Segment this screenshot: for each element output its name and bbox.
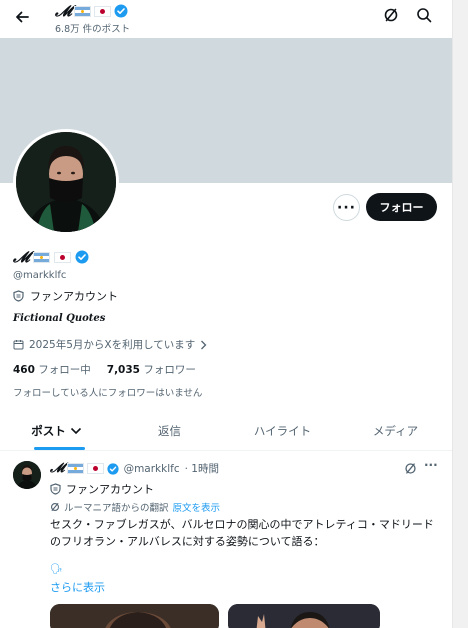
- grok-icon[interactable]: [383, 7, 399, 23]
- verified-badge-icon: [106, 462, 119, 475]
- post-more-button[interactable]: ···: [424, 458, 438, 472]
- fan-account-label: ファンアカウント: [13, 288, 118, 304]
- japan-flag-icon: [93, 5, 111, 17]
- profile-logo-glyph: 𝓜: [13, 248, 30, 266]
- post-item[interactable]: 𝓜 @markklfc · 1時間 ··· ファンアカウント ルーマニア語からの…: [0, 452, 452, 628]
- followed-by-text: フォローしている人にフォロワーはいません: [13, 388, 203, 399]
- show-original-link[interactable]: 原文を表示: [173, 500, 221, 514]
- following-count: 460: [13, 364, 35, 376]
- followers-label: フォロワー: [143, 364, 196, 376]
- following-link[interactable]: 460 フォロー中: [13, 362, 91, 377]
- followers-link[interactable]: 7,035 フォロワー: [107, 362, 196, 377]
- post-time[interactable]: · 1時間: [185, 461, 219, 476]
- post-media-image[interactable]: [50, 604, 219, 628]
- search-icon[interactable]: [416, 7, 432, 23]
- japan-flag-icon: [86, 463, 104, 474]
- follow-stats: 460 フォロー中 7,035 フォロワー: [13, 362, 196, 377]
- grok-icon: [51, 503, 59, 511]
- follow-button[interactable]: フォロー: [366, 193, 437, 221]
- back-arrow-icon: [16, 11, 29, 23]
- fan-account-shield-icon: [50, 483, 61, 495]
- logo-glyph: 𝓜: [55, 2, 72, 20]
- tab-replies[interactable]: 返信: [113, 411, 226, 450]
- post-count: 6.8万 件のポスト: [55, 24, 131, 35]
- tab-posts-label: ポスト: [31, 423, 66, 438]
- post-avatar[interactable]: [13, 461, 41, 489]
- profile-avatar[interactable]: [13, 129, 119, 235]
- post-fan-label: ファンアカウント: [50, 481, 154, 497]
- show-more-link[interactable]: さらに表示: [50, 579, 105, 595]
- argentina-flag-icon: [66, 463, 84, 474]
- fan-account-text: ファンアカウント: [30, 290, 118, 303]
- profile-tabs: ポスト 返信 ハイライト メディア: [0, 411, 452, 451]
- tab-highlights-label: ハイライト: [253, 423, 312, 438]
- header-name: 𝓜: [55, 2, 128, 20]
- top-bar: 𝓜 6.8万 件のポスト: [0, 0, 468, 38]
- profile-name: 𝓜: [13, 248, 89, 266]
- tab-highlights[interactable]: ハイライト: [226, 411, 339, 450]
- followers-count: 7,035: [106, 364, 140, 376]
- profile-bio: Fictional Quotes: [13, 313, 106, 324]
- profile-handle: @markklfc: [13, 270, 67, 281]
- post-media-image[interactable]: [228, 604, 380, 628]
- following-label: フォロー中: [38, 364, 91, 376]
- post-fan-text: ファンアカウント: [66, 483, 154, 496]
- post-handle[interactable]: @markklfc: [124, 463, 180, 475]
- post-logo-glyph: 𝓜: [50, 461, 65, 476]
- chevron-right-icon: [201, 340, 207, 349]
- verified-badge-icon: [114, 4, 128, 18]
- verified-badge-icon[interactable]: [75, 250, 89, 264]
- translated-from-text: ルーマニア語からの翻訳: [64, 503, 169, 514]
- japan-flag-icon: [53, 251, 71, 263]
- active-tab-indicator: [34, 447, 85, 450]
- tab-posts[interactable]: ポスト: [0, 411, 113, 450]
- argentina-flag-icon: [32, 251, 50, 263]
- speaking-head-emoji: 🗣: [50, 564, 63, 575]
- argentina-flag-icon: [73, 5, 91, 17]
- more-options-button[interactable]: ···: [333, 194, 360, 221]
- fan-account-shield-icon: [13, 290, 24, 302]
- join-date-text: 2025年5月からXを利用しています: [29, 339, 196, 351]
- avatar-image: [16, 132, 116, 232]
- calendar-icon: [13, 340, 24, 350]
- chevron-down-icon: [70, 427, 81, 434]
- tab-media[interactable]: メディア: [339, 411, 452, 450]
- tab-media-label: メディア: [372, 423, 419, 438]
- translation-notice: ルーマニア語からの翻訳 原文を表示: [50, 500, 220, 514]
- tab-replies-label: 返信: [158, 423, 181, 438]
- join-date[interactable]: 2025年5月からXを利用しています: [13, 337, 207, 352]
- post-text: セスク・ファブレガスが、バルセロナの関心の中でアトレティコ・マドリードのフリオラ…: [50, 518, 434, 548]
- back-button[interactable]: [10, 6, 34, 28]
- page-scrollbar[interactable]: [452, 0, 468, 628]
- grok-icon[interactable]: [404, 462, 417, 475]
- post-header: 𝓜 @markklfc · 1時間: [50, 460, 219, 477]
